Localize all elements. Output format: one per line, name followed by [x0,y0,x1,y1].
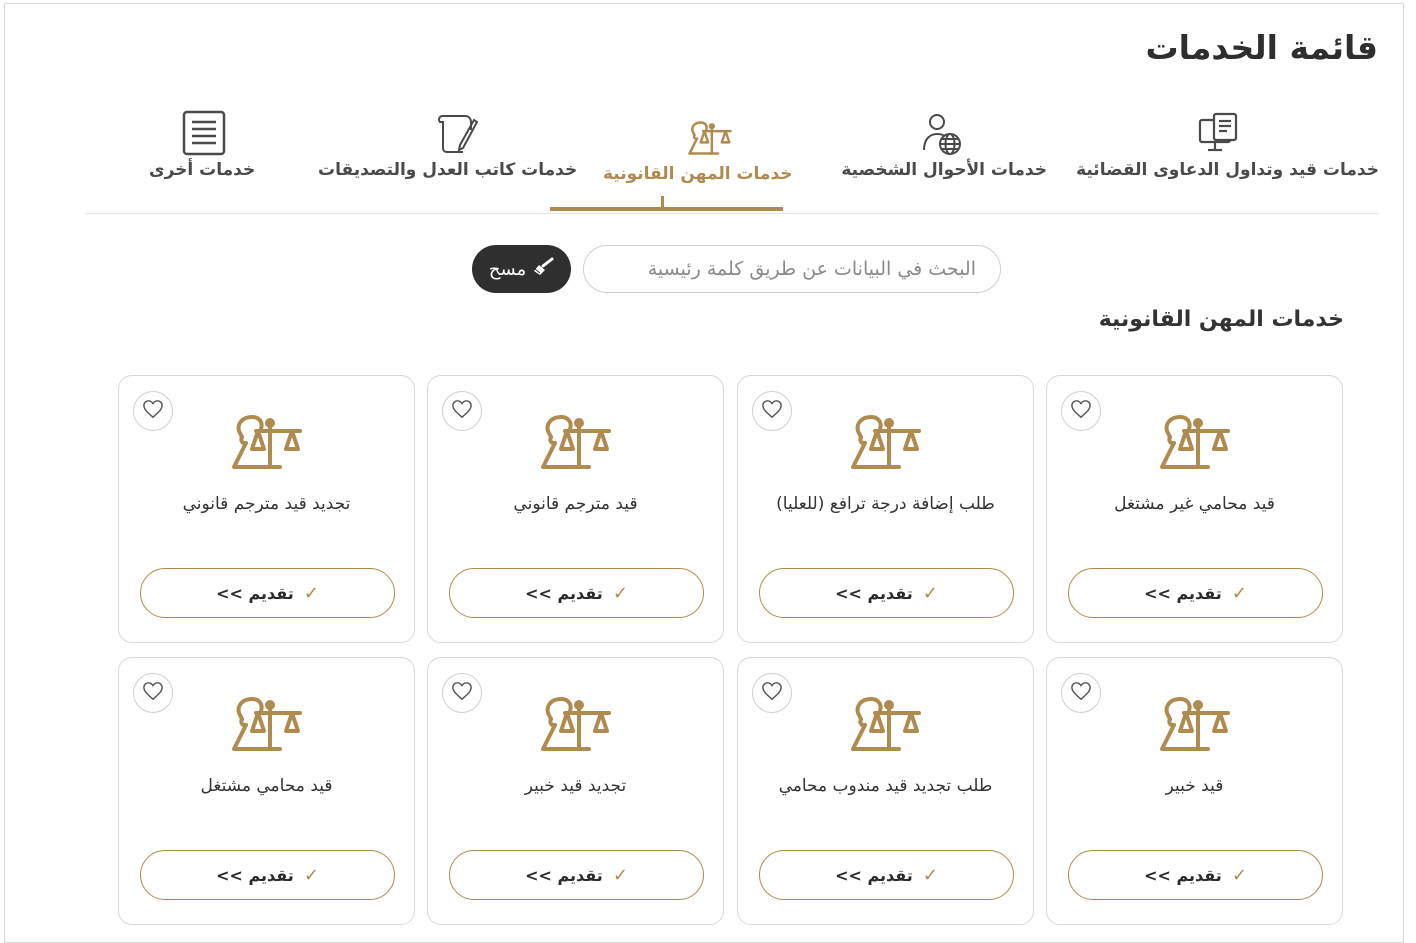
check-icon: ✓ [612,582,628,604]
check-icon: ✓ [303,582,319,604]
apply-label: تقديم >> [525,583,603,603]
service-card: تجديد قيد خبير ✓ تقديم >> [427,657,724,925]
active-tab-indicator [550,207,783,211]
apply-label: تقديم >> [1144,583,1222,603]
lawyer-scales-icon [230,413,304,475]
tab-label: خدمات قيد وتداول الدعاوى القضائية [1076,160,1379,180]
service-title: طلب تجديد قيد مندوب محامي [778,776,993,796]
tab-court-cases[interactable]: خدمات قيد وتداول الدعاوى القضائية [1054,100,1379,200]
service-card: طلب إضافة درجة ترافع (للعليا) ✓ تقديم >> [737,375,1034,643]
service-card: قيد محامي غير مشتغل ✓ تقديم >> [1046,375,1343,643]
service-card: قيد مترجم قانوني ✓ تقديم >> [427,375,724,643]
tab-label: خدمات كاتب العدل والتصديقات [318,160,578,180]
heart-icon [142,681,164,705]
favorite-button[interactable] [133,673,173,713]
tab-personal-status[interactable]: خدمات الأحوال الشخصية [833,100,1047,200]
check-icon: ✓ [922,864,938,886]
lawyer-scales-icon [539,413,613,475]
favorite-button[interactable] [1061,391,1101,431]
service-card: قيد محامي مشتغل ✓ تقديم >> [118,657,415,925]
favorite-button[interactable] [442,673,482,713]
heart-icon [451,399,473,423]
favorite-button[interactable] [442,391,482,431]
apply-button[interactable]: ✓ تقديم >> [759,568,1014,618]
check-icon: ✓ [612,864,628,886]
check-icon: ✓ [922,582,938,604]
tab-legal-professions[interactable]: خدمات المهن القانونية [603,100,808,200]
tab-notary[interactable]: خدمات كاتب العدل والتصديقات [318,100,590,200]
person-globe-icon [919,110,965,162]
service-title: قيد خبير [1165,776,1224,796]
tab-label: خدمات المهن القانونية [603,164,793,184]
apply-button[interactable]: ✓ تقديم >> [140,850,395,900]
apply-button[interactable]: ✓ تقديم >> [1068,850,1323,900]
scroll-pen-icon [435,110,481,160]
service-card: طلب تجديد قيد مندوب محامي ✓ تقديم >> [737,657,1034,925]
apply-button[interactable]: ✓ تقديم >> [449,850,704,900]
heart-icon [761,399,783,423]
tab-label: خدمات أخرى [149,160,256,180]
lawyer-scales-icon [849,413,923,475]
apply-button[interactable]: ✓ تقديم >> [1068,568,1323,618]
apply-label: تقديم >> [525,865,603,885]
heart-icon [1070,681,1092,705]
apply-label: تقديم >> [216,583,294,603]
document-list-icon [181,110,227,160]
page-title: قائمة الخدمات [1145,28,1378,67]
apply-button[interactable]: ✓ تقديم >> [759,850,1014,900]
service-title: قيد محامي مشتغل [200,776,333,796]
lawyer-scales-icon [539,695,613,757]
tab-other[interactable]: خدمات أخرى [145,100,257,200]
favorite-button[interactable] [752,673,792,713]
check-icon: ✓ [303,864,319,886]
active-tab-indicator-tick [661,196,664,208]
heart-icon [1070,399,1092,423]
clear-button-label: مسح [488,258,527,280]
clear-button[interactable]: مسح [472,245,571,293]
service-card: قيد خبير ✓ تقديم >> [1046,657,1343,925]
apply-label: تقديم >> [1144,865,1222,885]
favorite-button[interactable] [133,391,173,431]
check-icon: ✓ [1231,582,1247,604]
service-title: تجديد قيد مترجم قانوني [182,494,351,514]
service-title: قيد مترجم قانوني [513,494,638,514]
favorite-button[interactable] [1061,673,1101,713]
service-title: قيد محامي غير مشتغل [1114,494,1275,514]
service-card: تجديد قيد مترجم قانوني ✓ تقديم >> [118,375,415,643]
apply-label: تقديم >> [216,865,294,885]
search-input[interactable] [583,245,1001,293]
broom-icon [532,257,554,282]
service-title: طلب إضافة درجة ترافع (للعليا) [776,494,995,514]
service-title: تجديد قيد خبير [524,776,627,796]
heart-icon [761,681,783,705]
lawyer-scales-icon [1158,413,1232,475]
lawyer-scales-icon [687,118,733,162]
section-title: خدمات المهن القانونية [1098,307,1344,332]
apply-label: تقديم >> [835,865,913,885]
favorite-button[interactable] [752,391,792,431]
apply-button[interactable]: ✓ تقديم >> [449,568,704,618]
heart-icon [142,399,164,423]
lawyer-scales-icon [1158,695,1232,757]
service-category-tabs: خدمات قيد وتداول الدعاوى القضائية خدمات … [85,100,1379,214]
apply-label: تقديم >> [835,583,913,603]
computer-document-icon [1196,110,1242,160]
apply-button[interactable]: ✓ تقديم >> [140,568,395,618]
lawyer-scales-icon [849,695,923,757]
check-icon: ✓ [1231,864,1247,886]
tab-label: خدمات الأحوال الشخصية [841,160,1047,180]
lawyer-scales-icon [230,695,304,757]
heart-icon [451,681,473,705]
